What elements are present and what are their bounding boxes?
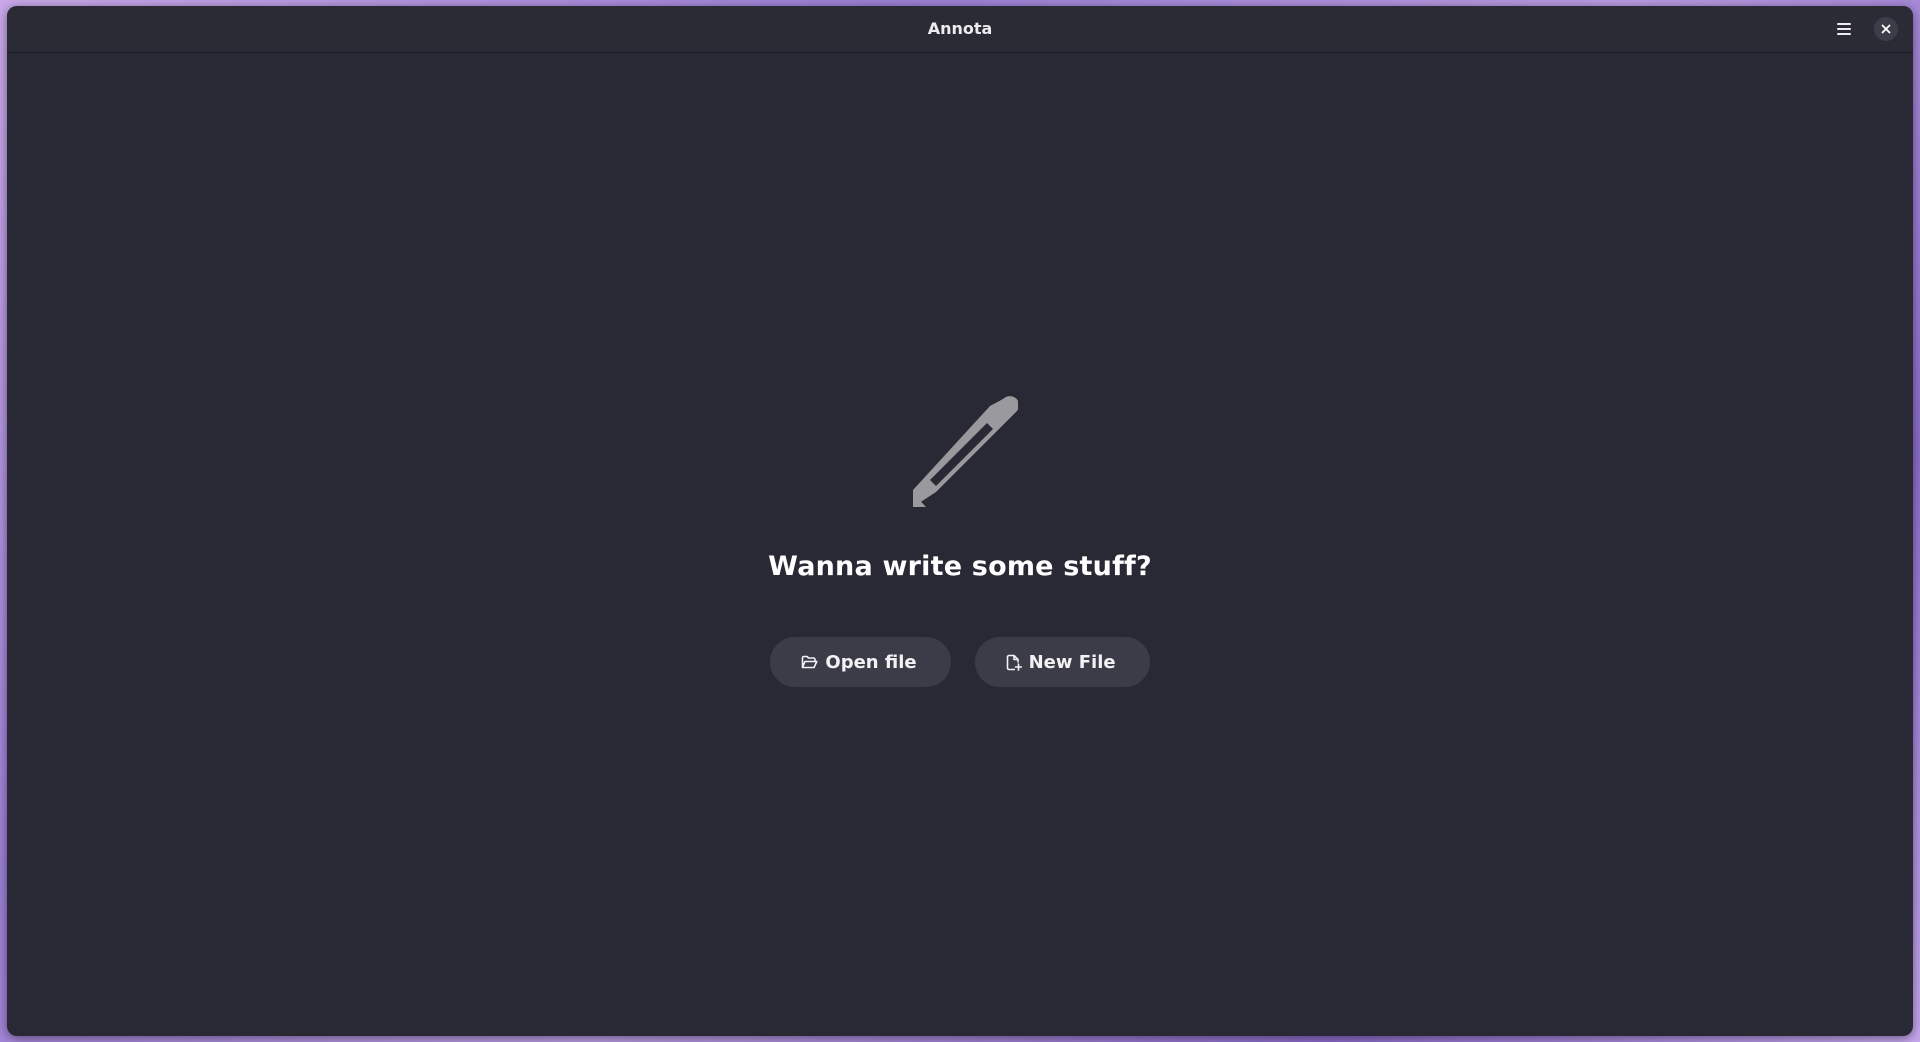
new-file-label: New File <box>1028 651 1116 673</box>
empty-state-heading: Wanna write some stuff? <box>768 551 1152 582</box>
close-icon <box>1881 24 1891 34</box>
action-buttons: Open file New File <box>770 637 1150 687</box>
empty-state: Wanna write some stuff? Open file New Fi… <box>7 393 1913 687</box>
folder-open-icon <box>802 655 818 668</box>
document-new-icon <box>1006 654 1022 671</box>
main-menu-button[interactable] <box>1829 14 1859 44</box>
open-file-label: Open file <box>825 651 917 673</box>
hamburger-menu-icon <box>1837 23 1851 35</box>
pencil-icon <box>913 396 1018 507</box>
close-window-button[interactable] <box>1874 17 1898 41</box>
open-file-button[interactable]: Open file <box>770 637 951 687</box>
main-content: Wanna write some stuff? Open file New Fi… <box>7 53 1913 1036</box>
header-bar: Annota <box>7 6 1913 53</box>
window-title: Annota <box>927 19 993 38</box>
new-file-button[interactable]: New File <box>974 637 1150 687</box>
app-window: Annota Wanna write some stuff? Open file… <box>7 6 1913 1036</box>
